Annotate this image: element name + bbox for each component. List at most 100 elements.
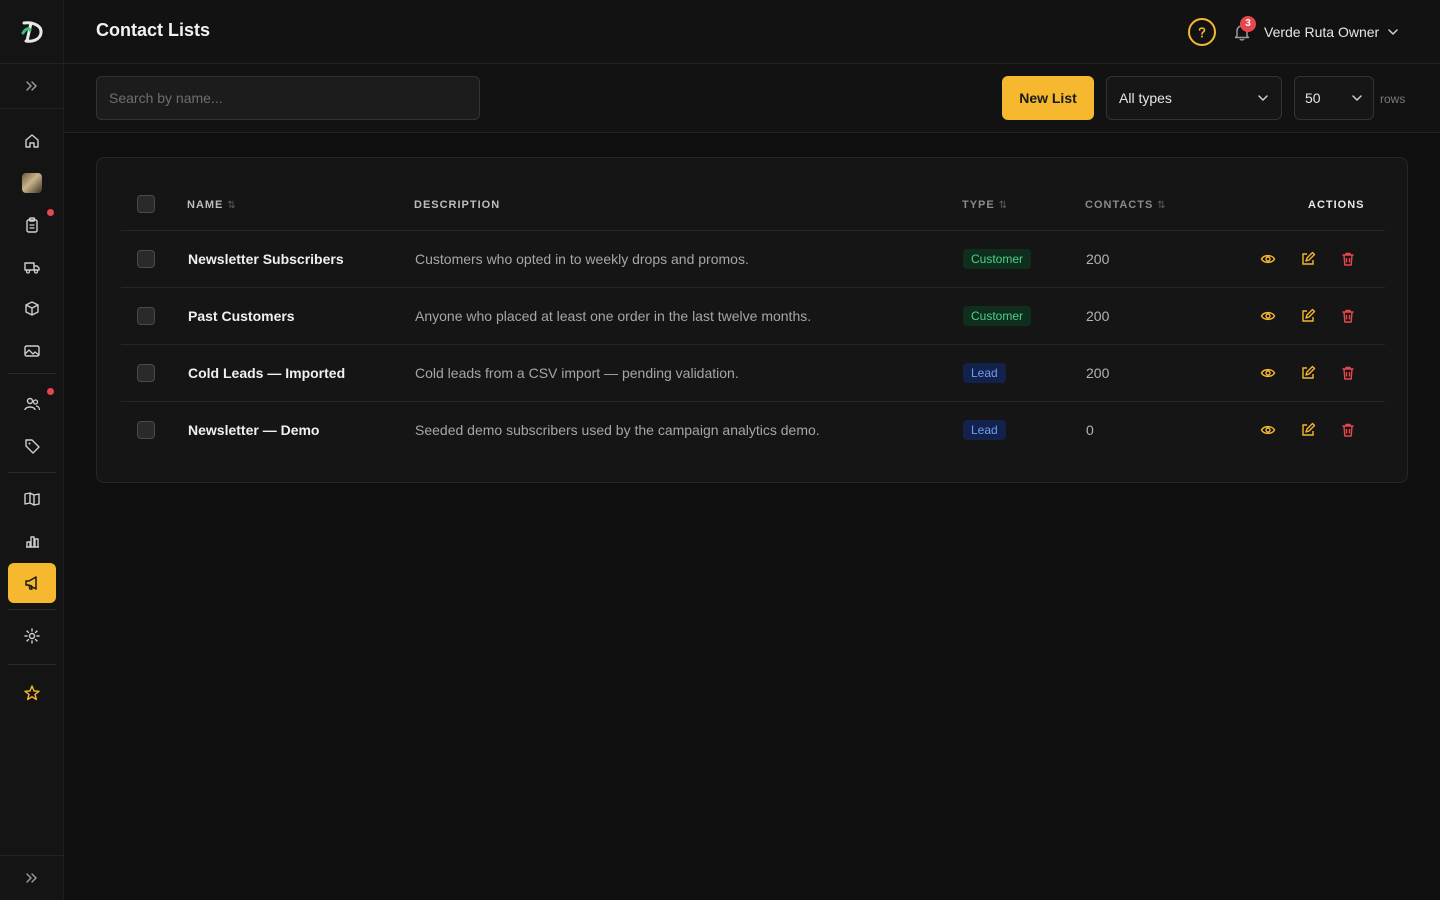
box-icon (25, 301, 39, 316)
divider (8, 664, 56, 665)
alert-dot (47, 388, 54, 395)
table-row[interactable]: Newsletter — Demo Seeded demo subscriber… (121, 402, 1385, 459)
sidebar-item-analytics[interactable] (8, 521, 56, 561)
page-title: Contact Lists (96, 20, 211, 40)
new-list-button[interactable]: New List (1002, 76, 1094, 120)
sidebar-item-customers[interactable] (8, 384, 56, 424)
view-button[interactable] (1259, 421, 1277, 439)
bar-chart-icon (26, 536, 39, 548)
trash-icon (1342, 366, 1354, 380)
edit-button[interactable] (1299, 364, 1317, 382)
list-name[interactable]: Newsletter — Demo (188, 402, 319, 458)
delete-button[interactable] (1339, 364, 1357, 382)
type-badge: Customer (963, 306, 1032, 326)
top-bar: Contact Lists 3 Verde Ruta Owner (64, 0, 1440, 64)
divider (8, 373, 56, 374)
delete-button[interactable] (1339, 307, 1357, 325)
contact-count: 0 (1086, 422, 1094, 438)
sidebar-item-tags[interactable] (8, 426, 56, 466)
star-icon (24, 685, 40, 701)
contact-count: 200 (1086, 251, 1110, 267)
sidebar-item-favorites[interactable] (8, 673, 56, 713)
select-all-checkbox[interactable] (137, 195, 155, 213)
sidebar-expand-button[interactable] (0, 64, 64, 109)
view-button[interactable] (1259, 250, 1277, 268)
help-button[interactable] (1188, 18, 1216, 46)
user-name: Verde Ruta Owner (1264, 24, 1380, 40)
delete-button[interactable] (1339, 421, 1357, 439)
type-badge: Customer (963, 249, 1032, 269)
table-row[interactable]: Past Customers Anyone who placed at leas… (121, 288, 1385, 345)
chevron-down-icon (1352, 95, 1362, 101)
chevron-down-icon (1388, 29, 1398, 35)
type-badge: Lead (963, 420, 1006, 440)
eye-icon (1260, 368, 1276, 378)
sidebar (0, 0, 64, 900)
column-header-name[interactable]: NAME ⇅ (187, 199, 236, 211)
sidebar-item-orders[interactable] (8, 205, 56, 245)
sidebar-item-profile[interactable] (8, 163, 56, 203)
sidebar-item-shipping[interactable] (8, 247, 56, 287)
sidebar-item-home[interactable] (8, 121, 56, 161)
rows-per-page-select[interactable]: 50 (1294, 76, 1374, 120)
list-description: Customers who opted in to weekly drops a… (415, 251, 749, 267)
eye-icon (1260, 425, 1276, 435)
chevrons-right-icon (26, 81, 37, 91)
column-header-label: DESCRIPTION (414, 199, 501, 211)
column-header-contacts[interactable]: CONTACTS ⇅ (1085, 199, 1166, 211)
contact-count: 200 (1086, 365, 1110, 381)
row-checkbox[interactable] (137, 421, 155, 439)
chevrons-right-icon (26, 873, 37, 883)
column-header-label: CONTACTS (1085, 199, 1154, 211)
row-checkbox[interactable] (137, 250, 155, 268)
rows-label: rows (1380, 92, 1406, 106)
row-checkbox[interactable] (137, 364, 155, 382)
contact-count: 200 (1086, 308, 1110, 324)
search-input[interactable] (96, 76, 480, 120)
column-header-type[interactable]: TYPE ⇅ (962, 199, 1007, 211)
divider (8, 609, 56, 610)
users-icon (24, 397, 41, 411)
table-row[interactable]: Newsletter Subscribers Customers who opt… (121, 231, 1385, 288)
view-button[interactable] (1259, 307, 1277, 325)
brand-logo[interactable] (0, 0, 64, 64)
eye-icon (1260, 311, 1276, 321)
sidebar-collapse-button[interactable] (0, 855, 64, 900)
column-header-label: ACTIONS (1308, 199, 1365, 211)
type-filter-value: All types (1119, 90, 1172, 106)
table-row[interactable]: Cold Leads — Imported Cold leads from a … (121, 345, 1385, 402)
edit-icon (1302, 251, 1316, 265)
alert-dot (47, 209, 54, 216)
row-checkbox[interactable] (137, 307, 155, 325)
type-filter-select[interactable]: All types (1106, 76, 1282, 120)
edit-button[interactable] (1299, 421, 1317, 439)
tag-icon (25, 439, 40, 454)
delete-button[interactable] (1339, 250, 1357, 268)
clipboard-icon (26, 217, 38, 233)
type-badge: Lead (963, 363, 1006, 383)
edit-button[interactable] (1299, 307, 1317, 325)
sidebar-item-settings[interactable] (8, 616, 56, 656)
column-header-description: DESCRIPTION (414, 199, 500, 211)
edit-icon (1302, 308, 1316, 322)
view-button[interactable] (1259, 364, 1277, 382)
eye-icon (1260, 254, 1276, 264)
user-menu[interactable]: Verde Ruta Owner (1264, 22, 1399, 42)
sidebar-item-products[interactable] (8, 289, 56, 329)
trash-icon (1342, 309, 1354, 323)
sort-icon: ⇅ (998, 199, 1008, 211)
list-name[interactable]: Cold Leads — Imported (188, 345, 345, 401)
trash-icon (1342, 423, 1354, 437)
list-name[interactable]: Past Customers (188, 288, 295, 344)
trash-icon (1342, 252, 1354, 266)
home-icon (25, 134, 39, 148)
edit-icon (1302, 365, 1316, 379)
sidebar-item-catalog[interactable] (8, 479, 56, 519)
sidebar-item-media[interactable] (8, 331, 56, 371)
sidebar-item-marketing[interactable] (8, 563, 56, 603)
avatar (22, 173, 42, 193)
image-icon (24, 345, 40, 357)
list-name[interactable]: Newsletter Subscribers (188, 231, 344, 287)
edit-button[interactable] (1299, 250, 1317, 268)
divider (8, 472, 56, 473)
